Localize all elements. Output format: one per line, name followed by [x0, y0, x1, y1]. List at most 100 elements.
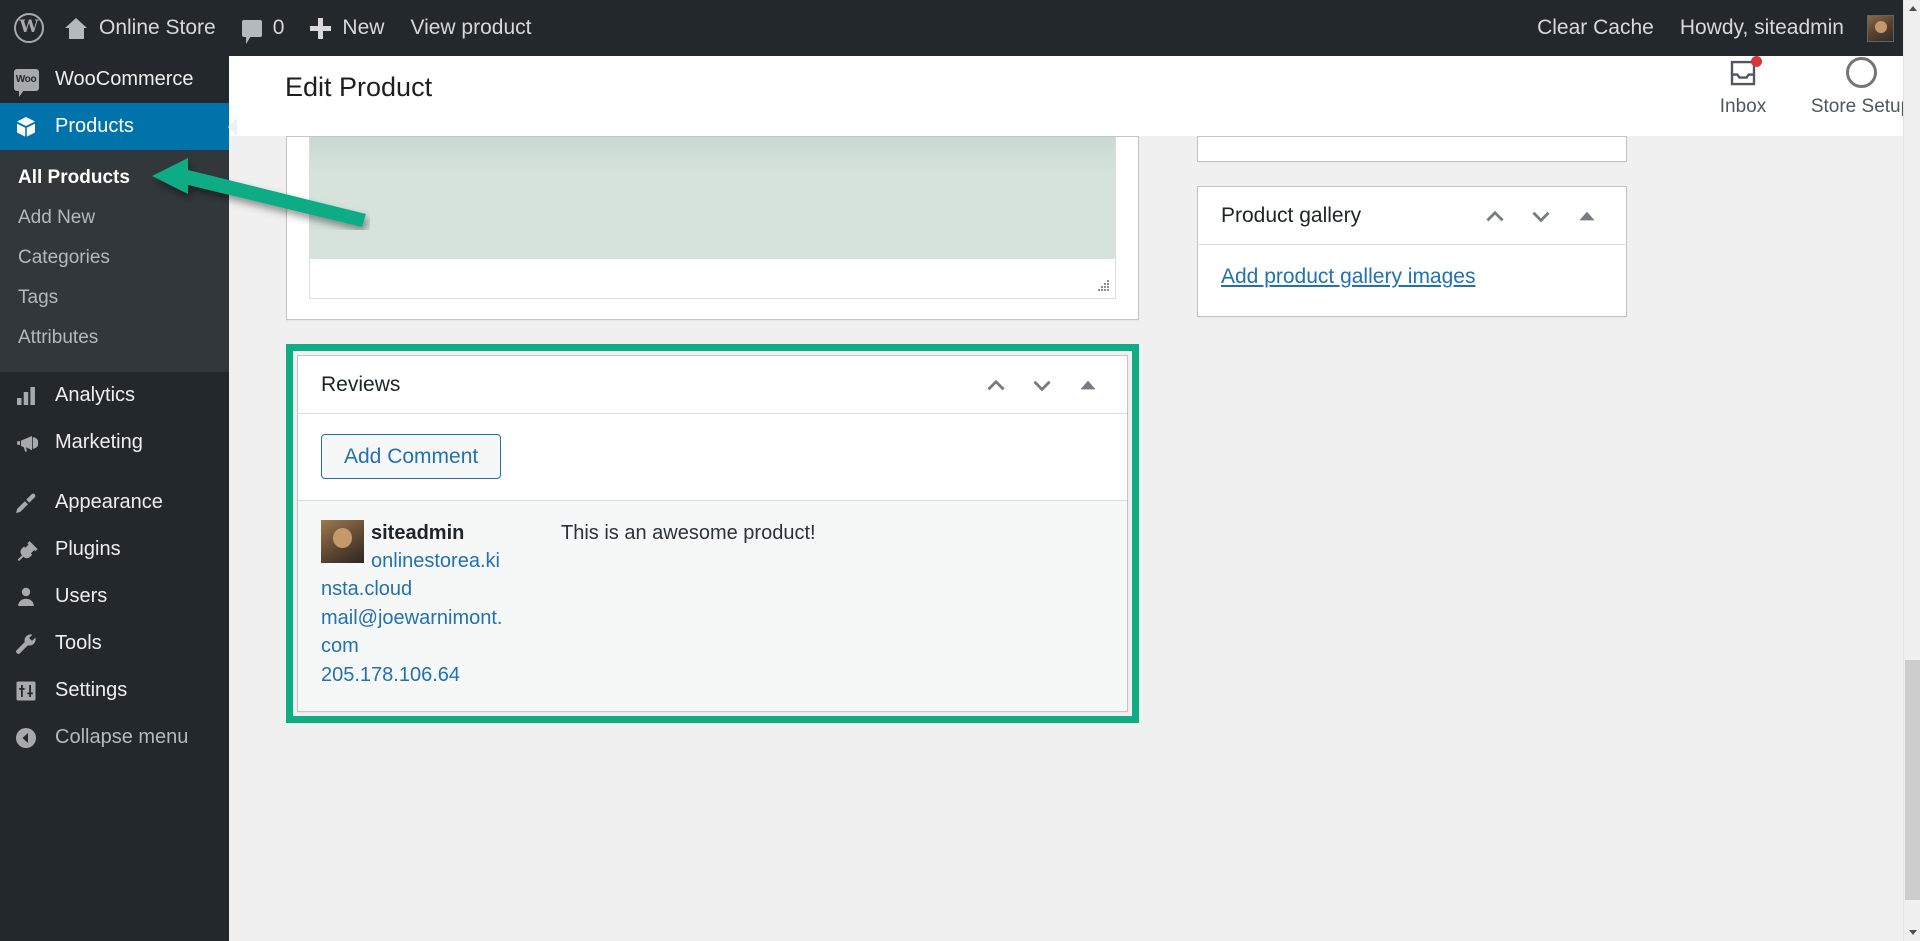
sidebar-item-collapse-menu[interactable]: Collapse menu [0, 714, 229, 761]
move-down-icon[interactable] [1019, 372, 1065, 398]
sidebar-item-all-products[interactable]: All Products [0, 158, 229, 198]
main-column: Reviews Add Comment siteadmin onlinestor… [257, 136, 1139, 747]
editor-inner [287, 137, 1138, 319]
gallery-postbox-header: Product gallery [1198, 187, 1626, 245]
move-down-icon[interactable] [1518, 203, 1564, 229]
comment-bubble-icon [241, 19, 262, 44]
sidebar-item-label: Analytics [55, 384, 136, 406]
new-label: New [342, 16, 385, 39]
sidebar-item-marketing[interactable]: Marketing [0, 419, 229, 466]
vertical-scrollbar[interactable] [1903, 0, 1920, 941]
reviews-highlight-annotation: Reviews Add Comment siteadmin onlinestor… [286, 344, 1139, 723]
new-content-menu[interactable]: New [297, 0, 397, 56]
sidebar-item-tags[interactable]: Tags [0, 278, 229, 318]
avatar [1867, 14, 1894, 42]
page-content: Edit Product Inbox Store Setup Reviews A… [229, 40, 1920, 941]
sidebar-item-label: Collapse menu [55, 726, 189, 748]
chart-bar-icon [13, 383, 39, 409]
products-submenu: All Products Add New Categories Tags Att… [0, 150, 229, 372]
editor-footer [309, 259, 1116, 299]
sidebar-item-label: Plugins [55, 538, 121, 560]
notification-dot [1751, 55, 1762, 67]
review-author-meta: onlinestorea.kinsta.cloud mail@joewarnim… [321, 547, 507, 689]
move-up-icon[interactable] [973, 372, 1019, 398]
add-product-gallery-images-link[interactable]: Add product gallery images [1221, 265, 1475, 288]
view-product-link[interactable]: View product [397, 0, 544, 56]
product-description-editor[interactable] [286, 136, 1139, 320]
wordpress-logo-icon [14, 13, 44, 43]
comments-count: 0 [272, 16, 285, 39]
progress-ring-icon [1845, 57, 1877, 88]
store-setup-label: Store Setup [1810, 96, 1912, 117]
sidebar-item-settings[interactable]: Settings [0, 667, 229, 714]
comments-menu[interactable]: 0 [229, 0, 298, 56]
products-box-icon [13, 114, 39, 140]
view-product-label: View product [410, 16, 532, 39]
product-gallery-postbox: Product gallery Add product gallery imag… [1197, 186, 1627, 317]
user-icon [13, 584, 39, 610]
inbox-label: Inbox [1719, 95, 1767, 117]
sidebar-item-label: Products [55, 115, 134, 137]
gallery-postbox-body: Add product gallery images [1198, 245, 1626, 316]
site-name-menu[interactable]: Online Store [52, 0, 229, 56]
review-author-email-link[interactable]: mail@joewarnimont.com [321, 604, 507, 661]
review-author-cell: siteadmin onlinestorea.kinsta.cloud mail… [321, 520, 519, 689]
wrench-icon [13, 631, 39, 657]
sidebar-item-plugins[interactable]: Plugins [0, 526, 229, 573]
inbox-icon [1726, 55, 1762, 88]
editor-content-area[interactable] [309, 137, 1116, 259]
move-up-icon[interactable] [1472, 203, 1518, 229]
woocommerce-icon: Woo [13, 67, 39, 97]
reviews-postbox-header: Reviews [298, 356, 1127, 414]
sidebar-item-label: Tools [55, 632, 102, 654]
sidebar-separator [0, 466, 229, 479]
sidebar-item-label: WooCommerce [55, 68, 194, 90]
sidebar-item-add-new[interactable]: Add New [0, 198, 229, 238]
sidebar-item-label: Settings [55, 679, 128, 701]
my-account-menu[interactable]: Howdy, siteadmin [1667, 0, 1920, 56]
scroll-up-arrow-icon[interactable] [1904, 0, 1920, 17]
collapse-arrow-icon [13, 725, 39, 751]
sidebar-item-products[interactable]: Products [0, 103, 229, 150]
admin-bar: Online Store 0 New View product Clear Ca… [0, 0, 1920, 56]
sidebar-item-categories[interactable]: Categories [0, 238, 229, 278]
sidebar-item-label: Users [55, 585, 108, 607]
product-gallery-title: Product gallery [1221, 203, 1362, 227]
review-author-name: siteadmin [371, 522, 465, 544]
scroll-down-arrow-icon[interactable] [1904, 924, 1920, 941]
toggle-panel-icon[interactable] [1564, 203, 1610, 229]
paintbrush-icon [13, 490, 39, 516]
clear-cache-button[interactable]: Clear Cache [1524, 0, 1667, 56]
toggle-panel-icon[interactable] [1065, 372, 1111, 398]
review-author-line: siteadmin [321, 520, 507, 563]
add-comment-wrap: Add Comment [298, 414, 1127, 500]
resize-handle-icon[interactable] [1096, 280, 1110, 294]
sidebar-item-label: Marketing [55, 431, 143, 453]
edit-product-columns: Reviews Add Comment siteadmin onlinestor… [229, 136, 1920, 747]
sidebar-item-analytics[interactable]: Analytics [0, 372, 229, 419]
review-comment-text: This is an awesome product! [561, 522, 816, 544]
sidebar-item-tools[interactable]: Tools [0, 620, 229, 667]
reviews-title: Reviews [321, 372, 401, 396]
site-name-label: Online Store [99, 16, 216, 39]
scrollbar-thumb[interactable] [1905, 660, 1920, 900]
page-title: Edit Product [285, 72, 433, 102]
plug-icon [13, 537, 39, 563]
sidebar-item-appearance[interactable]: Appearance [0, 479, 229, 526]
review-author-ip-link[interactable]: 205.178.106.64 [321, 661, 507, 689]
cut-off-postbox [1197, 136, 1627, 162]
megaphone-icon [13, 430, 39, 456]
howdy-label: Howdy, siteadmin [1679, 16, 1844, 39]
review-author-avatar [321, 520, 364, 563]
clear-cache-label: Clear Cache [1537, 16, 1654, 39]
plus-icon [310, 17, 332, 39]
home-icon [65, 17, 88, 39]
sliders-icon [13, 678, 39, 704]
sidebar-item-attributes[interactable]: Attributes [0, 318, 229, 358]
add-comment-button[interactable]: Add Comment [321, 434, 502, 479]
sidebar-item-woocommerce[interactable]: Woo WooCommerce [0, 56, 229, 103]
wordpress-logo-menu[interactable] [0, 0, 52, 56]
sidebar-item-label: Appearance [55, 491, 163, 513]
reviews-postbox: Reviews Add Comment siteadmin onlinestor… [297, 355, 1128, 712]
sidebar-item-users[interactable]: Users [0, 573, 229, 620]
